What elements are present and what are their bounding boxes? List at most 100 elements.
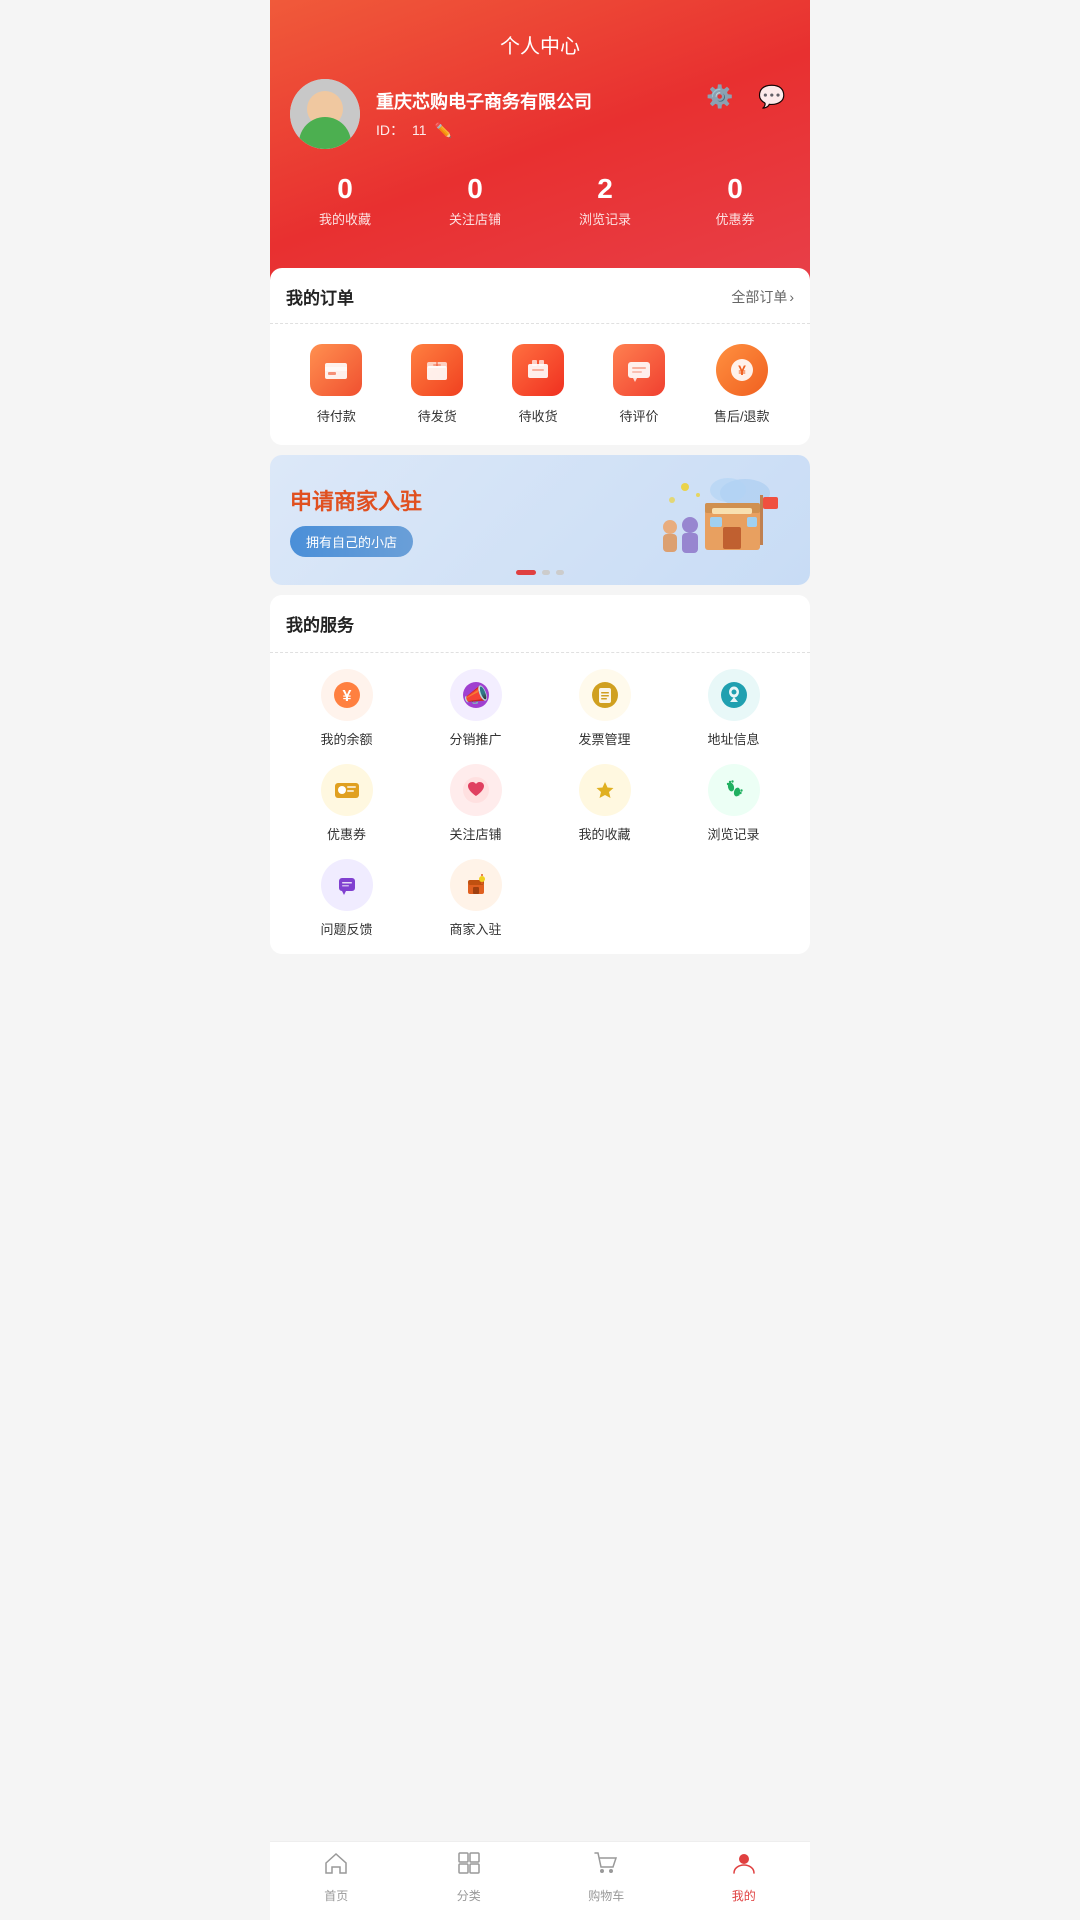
stat-num-browse: 2 (540, 173, 670, 205)
pending-review-label: 待评价 (620, 406, 659, 425)
stat-num-favorites: 0 (280, 173, 410, 205)
nav-category-label: 分类 (457, 1887, 481, 1904)
stat-num-followed: 0 (410, 173, 540, 205)
service-invoice[interactable]: 发票管理 (544, 669, 665, 748)
header-actions: ⚙️ 💬 (702, 79, 790, 115)
dot-active (516, 570, 536, 575)
nav-category[interactable]: 分类 (456, 1850, 482, 1904)
avatar[interactable] (290, 79, 360, 149)
home-icon (323, 1850, 349, 1883)
merchant-icon (450, 859, 502, 911)
service-coupon[interactable]: 优惠券 (286, 764, 407, 843)
svg-text:¥: ¥ (342, 688, 351, 705)
banner-image (650, 475, 790, 565)
coupon-label: 优惠券 (327, 824, 366, 843)
stat-label-followed: 关注店铺 (410, 209, 540, 228)
heart-icon (450, 764, 502, 816)
profile-id: ID： 11 ✏️ (376, 120, 790, 140)
nav-profile-label: 我的 (732, 1887, 756, 1904)
cart-icon (593, 1850, 619, 1883)
balance-label: 我的余额 (320, 729, 372, 748)
main-content: 我的订单 全部订单 › 待付款 (270, 268, 810, 1044)
stat-coupons[interactable]: 0 优惠券 (670, 173, 800, 228)
service-balance[interactable]: ¥ 我的余额 (286, 669, 407, 748)
stat-label-favorites: 我的收藏 (280, 209, 410, 228)
category-icon (456, 1850, 482, 1883)
refund-icon: ¥ (716, 344, 768, 396)
nav-cart-label: 购物车 (588, 1887, 624, 1904)
favorites-label: 我的收藏 (578, 824, 630, 843)
orders-card: 我的订单 全部订单 › 待付款 (270, 268, 810, 445)
services-grid: ¥ 我的余额 📣 分销推广 发票管理 (286, 669, 794, 938)
services-divider (270, 652, 810, 653)
distribution-label: 分销推广 (449, 729, 501, 748)
profile-nav-icon (731, 1850, 757, 1883)
pending-receive-label: 待收货 (519, 406, 558, 425)
service-browse-history[interactable]: 浏览记录 (673, 764, 794, 843)
edit-icon[interactable]: ✏️ (435, 122, 452, 139)
followed-shops-label: 关注店铺 (449, 824, 501, 843)
services-title: 我的服务 (286, 611, 794, 636)
stat-followed-shops[interactable]: 0 关注店铺 (410, 173, 540, 228)
pending-payment-label: 待付款 (317, 406, 356, 425)
message-icon[interactable]: 💬 (754, 79, 790, 115)
stats-row: 0 我的收藏 0 关注店铺 2 浏览记录 0 优惠券 (270, 149, 810, 238)
banner-text: 申请商家入驻 拥有自己的小店 (290, 484, 650, 557)
service-merchant[interactable]: 商家入驻 (415, 859, 536, 938)
address-label: 地址信息 (707, 729, 759, 748)
service-favorites[interactable]: 我的收藏 (544, 764, 665, 843)
dot-inactive-1 (542, 570, 550, 575)
address-icon (708, 669, 760, 721)
chevron-right-icon: › (789, 289, 794, 305)
all-orders-link[interactable]: 全部订单 › (731, 287, 794, 307)
stat-num-coupons: 0 (670, 173, 800, 205)
service-distribution[interactable]: 📣 分销推广 (415, 669, 536, 748)
feedback-icon (321, 859, 373, 911)
shop-illustration-icon (650, 475, 780, 560)
page-title: 个人中心 (270, 20, 810, 79)
svg-text:¥: ¥ (738, 362, 746, 378)
order-pending-payment[interactable]: 待付款 (310, 344, 362, 425)
banner-sub-button[interactable]: 拥有自己的小店 (290, 526, 413, 557)
order-pending-review[interactable]: 待评价 (613, 344, 665, 425)
orders-divider (270, 323, 810, 324)
feedback-label: 问题反馈 (320, 919, 372, 938)
order-pending-ship[interactable]: 待发货 (411, 344, 463, 425)
stat-browse-history[interactable]: 2 浏览记录 (540, 173, 670, 228)
profile-row: 重庆芯购电子商务有限公司 ID： 11 ✏️ ⚙️ 💬 (270, 79, 810, 149)
nav-home[interactable]: 首页 (323, 1850, 349, 1904)
svg-text:📣: 📣 (463, 684, 488, 707)
settings-icon[interactable]: ⚙️ (702, 79, 738, 115)
pending-review-icon (613, 344, 665, 396)
bottom-nav: 首页 分类 购物车 我的 (270, 1841, 810, 1920)
stat-label-browse: 浏览记录 (540, 209, 670, 228)
order-icons-row: 待付款 待发货 (286, 340, 794, 429)
pending-payment-icon (310, 344, 362, 396)
orders-title: 我的订单 (286, 284, 354, 309)
merchant-label: 商家入驻 (449, 919, 501, 938)
balance-icon: ¥ (321, 669, 373, 721)
pending-ship-label: 待发货 (418, 406, 457, 425)
star-icon (579, 764, 631, 816)
order-pending-receive[interactable]: 待收货 (512, 344, 564, 425)
header-section: 个人中心 重庆芯购电子商务有限公司 ID： 11 ✏️ ⚙️ 💬 0 我的收藏 (270, 0, 810, 298)
pending-ship-icon (411, 344, 463, 396)
pending-receive-icon (512, 344, 564, 396)
banner-pagination (516, 570, 564, 575)
distribution-icon: 📣 (450, 669, 502, 721)
order-refund[interactable]: ¥ 售后/退款 (714, 344, 770, 425)
service-followed-shops[interactable]: 关注店铺 (415, 764, 536, 843)
banner-main-text: 申请商家入驻 (290, 484, 650, 516)
merchant-banner[interactable]: 申请商家入驻 拥有自己的小店 (270, 455, 810, 585)
services-card: 我的服务 ¥ 我的余额 📣 分销推广 (270, 595, 810, 954)
stat-label-coupons: 优惠券 (670, 209, 800, 228)
stat-favorites[interactable]: 0 我的收藏 (280, 173, 410, 228)
invoice-label: 发票管理 (578, 729, 630, 748)
service-feedback[interactable]: 问题反馈 (286, 859, 407, 938)
nav-home-label: 首页 (324, 1887, 348, 1904)
nav-profile[interactable]: 我的 (731, 1850, 757, 1904)
nav-cart[interactable]: 购物车 (588, 1850, 624, 1904)
orders-header: 我的订单 全部订单 › (286, 284, 794, 309)
coupon-icon (321, 764, 373, 816)
service-address[interactable]: 地址信息 (673, 669, 794, 748)
